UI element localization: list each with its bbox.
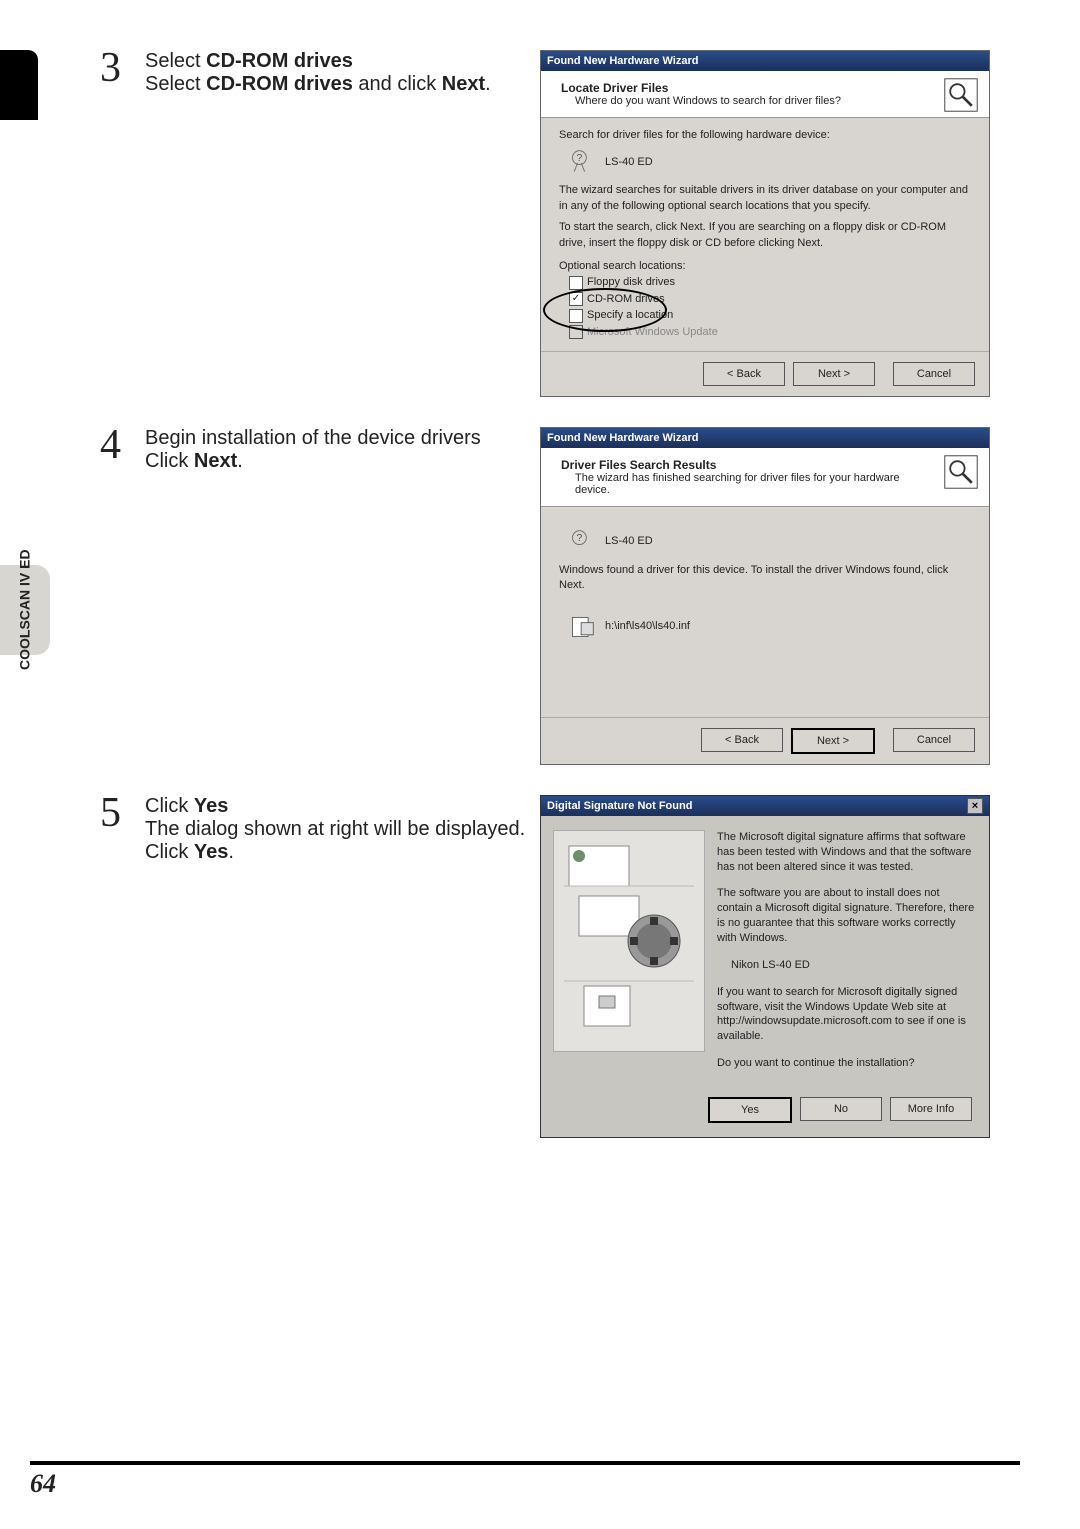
checkbox-label: Microsoft Windows Update: [587, 325, 718, 340]
device-icon: ?: [569, 529, 595, 555]
dialog-heading: Driver Files Search Results: [561, 458, 716, 472]
step-body: Click Next.: [145, 450, 540, 473]
search-icon: [943, 77, 979, 113]
checkbox-windows-update: Microsoft Windows Update: [569, 325, 971, 340]
device-name: LS-40 ED: [605, 534, 653, 549]
step-number: 3: [100, 44, 121, 92]
dialog-text: If you want to search for Microsoft digi…: [717, 985, 977, 1044]
dialog-titlebar: Found New Hardware Wizard: [541, 51, 989, 71]
checkbox-icon: ✓: [569, 292, 583, 306]
dialog-text: The wizard searches for suitable drivers…: [559, 183, 971, 214]
cancel-button[interactable]: Cancel: [893, 362, 975, 386]
dialog-text: The Microsoft digital signature affirms …: [717, 830, 977, 875]
inf-path: h:\inf\ls40\ls40.inf: [605, 619, 690, 634]
dialog-subheading: Where do you want Windows to search for …: [561, 95, 841, 107]
checkbox-floppy[interactable]: Floppy disk drives: [569, 275, 971, 290]
search-icon: [943, 454, 979, 490]
dialog-title: Found New Hardware Wizard: [547, 55, 698, 67]
dialog-text: Windows found a driver for this device. …: [559, 563, 971, 594]
close-icon[interactable]: ×: [967, 798, 983, 814]
step-heading: Select CD-ROM drives: [145, 50, 540, 73]
dialog-title: Found New Hardware Wizard: [547, 432, 698, 444]
dialog-text: To start the search, click Next. If you …: [559, 220, 971, 251]
page-number: 64: [30, 1469, 56, 1498]
checkbox-label: Floppy disk drives: [587, 275, 675, 290]
cancel-button[interactable]: Cancel: [893, 728, 975, 752]
more-info-button[interactable]: More Info: [890, 1097, 972, 1121]
yes-button[interactable]: Yes: [708, 1097, 792, 1123]
back-button[interactable]: < Back: [701, 728, 783, 752]
dialog-text: Search for driver files for the followin…: [559, 128, 971, 143]
step-heading: Click Yes: [145, 795, 540, 818]
step-body: Select CD-ROM drives and click Next.: [145, 73, 540, 96]
next-button[interactable]: Next >: [793, 362, 875, 386]
dialog-heading: Locate Driver Files: [561, 81, 668, 95]
device-name: LS-40 ED: [605, 155, 653, 170]
dialog-subheading: The wizard has finished searching for dr…: [561, 472, 934, 496]
dialog-text: The software you are about to install do…: [717, 886, 977, 945]
found-new-hardware-dialog-1: Found New Hardware Wizard Locate Driver …: [540, 50, 990, 397]
checkbox-icon: [569, 276, 583, 290]
digital-signature-dialog: Digital Signature Not Found ×: [540, 795, 990, 1138]
step-number: 5: [100, 789, 121, 837]
svg-text:?: ?: [577, 154, 583, 165]
checkbox-label: Specify a location: [587, 308, 673, 323]
dialog-titlebar: Found New Hardware Wizard: [541, 428, 989, 448]
dialog-text: Do you want to continue the installation…: [717, 1056, 977, 1071]
checkbox-cdrom[interactable]: ✓ CD-ROM drives: [569, 292, 971, 307]
dialog-titlebar: Digital Signature Not Found ×: [541, 796, 989, 816]
svg-text:?: ?: [577, 533, 583, 544]
step-number: 4: [100, 421, 121, 469]
inf-file-icon: [569, 614, 595, 640]
wizard-graphic: [553, 830, 705, 1052]
checkbox-specify-location[interactable]: Specify a location: [569, 308, 971, 323]
step-heading: Begin installation of the device drivers: [145, 427, 540, 450]
found-new-hardware-dialog-2: Found New Hardware Wizard Driver Files S…: [540, 427, 990, 765]
checkbox-icon: [569, 325, 583, 339]
step-body: The dialog shown at right will be displa…: [145, 818, 540, 864]
next-button[interactable]: Next >: [791, 728, 875, 754]
device-icon: ?: [569, 149, 595, 175]
back-button[interactable]: < Back: [703, 362, 785, 386]
no-button[interactable]: No: [800, 1097, 882, 1121]
dialog-title: Digital Signature Not Found: [547, 800, 692, 812]
checkbox-label: CD-ROM drives: [587, 292, 665, 307]
options-label: Optional search locations:: [559, 259, 971, 274]
device-name: Nikon LS-40 ED: [717, 958, 977, 973]
checkbox-icon: [569, 309, 583, 323]
